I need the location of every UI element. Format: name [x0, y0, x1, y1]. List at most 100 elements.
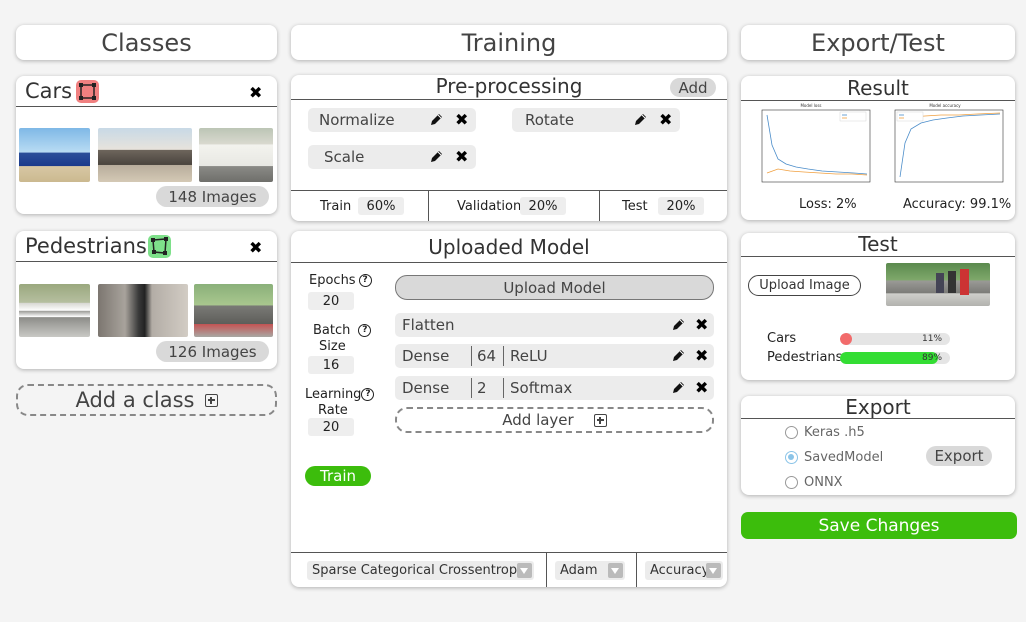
edit-pencil-icon[interactable] — [671, 318, 685, 332]
prediction-label-cars: Cars — [767, 331, 797, 346]
chevron-down-icon — [517, 563, 532, 578]
help-icon[interactable]: ? — [358, 324, 372, 337]
remove-layer-icon[interactable]: ✖ — [695, 380, 708, 396]
metric-select[interactable]: Accuracy — [645, 561, 723, 580]
remove-layer-icon[interactable]: ✖ — [695, 317, 708, 333]
chevron-down-icon — [706, 563, 721, 578]
help-icon[interactable]: ? — [358, 274, 372, 287]
step-label: Rotate — [525, 111, 575, 129]
edit-pencil-icon[interactable] — [429, 113, 443, 127]
prediction-percent: 11% — [922, 334, 943, 344]
layer-row-flatten[interactable]: Flatten — [395, 313, 714, 337]
batch-label: Batch — [313, 323, 351, 338]
split-validation-label: Validation — [457, 199, 522, 214]
image-count-badge: 148 Images — [156, 186, 269, 207]
split-train-input[interactable]: 60% — [358, 197, 404, 215]
optimizer-select[interactable]: Adam — [555, 561, 625, 580]
layer-row-dense-2[interactable]: Dense 2 Softmax — [395, 376, 714, 400]
epochs-param: Epochs? — [309, 273, 372, 288]
preprocessing-step-scale[interactable]: Scale — [308, 145, 476, 169]
preprocessing-title: Pre-processing — [435, 74, 583, 98]
polygon-icon — [148, 235, 171, 258]
radio-keras-h5[interactable] — [785, 426, 798, 439]
delete-class-icon[interactable]: ✖ — [249, 85, 262, 101]
add-layer-button[interactable]: Add layer — [395, 407, 714, 433]
lr-label-2: Rate — [318, 403, 348, 418]
prediction-bar-pedestrians: 89% — [840, 352, 950, 364]
learning-rate-input[interactable]: 20 — [308, 418, 354, 436]
radio-label: Keras .h5 — [804, 425, 865, 440]
batch-size-input[interactable]: 16 — [308, 356, 354, 374]
split-test-input[interactable]: 20% — [658, 197, 704, 215]
split-test-label: Test — [622, 199, 648, 214]
layer-type: Flatten — [402, 316, 455, 334]
export-test-header: Export/Test — [741, 25, 1015, 60]
add-preprocessing-button[interactable]: Add — [670, 78, 716, 97]
layer-row-dense-64[interactable]: Dense 64 ReLU — [395, 344, 714, 368]
divider — [636, 552, 637, 587]
epochs-input[interactable]: 20 — [308, 292, 354, 310]
class-image-thumbnail[interactable] — [98, 284, 188, 337]
test-title: Test — [858, 232, 898, 256]
loss-function-select[interactable]: Sparse Categorical Crossentropy — [307, 561, 534, 580]
prediction-percent: 89% — [922, 353, 943, 363]
class-image-thumbnail[interactable] — [19, 284, 90, 337]
divider — [599, 190, 600, 221]
metric-value: Accuracy — [650, 563, 710, 578]
help-icon[interactable]: ? — [361, 388, 375, 401]
batch-label-2: Size — [319, 339, 346, 354]
accuracy-chart: Model accuracy — [881, 103, 1009, 193]
remove-step-icon[interactable]: ✖ — [455, 112, 468, 128]
divider — [16, 261, 277, 262]
divider — [291, 190, 727, 191]
radio-onnx[interactable] — [785, 476, 798, 489]
edit-pencil-icon[interactable] — [633, 113, 647, 127]
split-train-label: Train — [320, 199, 352, 214]
lr-label: Learning — [305, 387, 362, 402]
remove-step-icon[interactable]: ✖ — [455, 149, 468, 165]
preprocessing-step-normalize[interactable]: Normalize — [308, 108, 476, 132]
edit-pencil-icon[interactable] — [429, 150, 443, 164]
export-test-title: Export/Test — [811, 28, 945, 57]
class-name[interactable]: Pedestrians — [25, 234, 147, 258]
class-image-thumbnail[interactable] — [19, 128, 90, 182]
bounding-box-icon — [76, 80, 99, 103]
upload-image-button[interactable]: Upload Image — [748, 275, 861, 296]
export-button[interactable]: Export — [926, 446, 992, 466]
edit-pencil-icon[interactable] — [671, 381, 685, 395]
class-image-thumbnail[interactable] — [199, 128, 273, 182]
divider — [503, 378, 504, 398]
preprocessing-card: Pre-processing Add Normalize ✖ Rotate ✖ … — [291, 74, 727, 221]
chevron-down-icon — [608, 563, 623, 578]
remove-step-icon[interactable]: ✖ — [659, 112, 672, 128]
class-name[interactable]: Cars — [25, 79, 72, 103]
test-card: Test Upload Image Cars 11% Pedestrians 8… — [741, 232, 1015, 380]
divider — [741, 418, 1015, 419]
class-image-thumbnail[interactable] — [194, 284, 273, 337]
remove-layer-icon[interactable]: ✖ — [695, 348, 708, 364]
prediction-bar-fill — [840, 333, 853, 345]
split-validation-input[interactable]: 20% — [520, 197, 566, 215]
delete-class-icon[interactable]: ✖ — [249, 240, 262, 256]
divider — [291, 262, 727, 263]
divider — [428, 190, 429, 221]
plus-box-icon — [593, 413, 607, 427]
prediction-bar-cars: 11% — [840, 333, 950, 345]
layer-type: Dense — [402, 379, 450, 397]
radio-savedmodel[interactable] — [785, 451, 798, 464]
class-image-thumbnail[interactable] — [98, 128, 192, 182]
upload-model-button[interactable]: Upload Model — [395, 275, 714, 300]
divider — [16, 106, 277, 107]
edit-pencil-icon[interactable] — [671, 349, 685, 363]
train-button[interactable]: Train — [305, 466, 371, 486]
step-label: Normalize — [319, 111, 395, 129]
result-card: Result Model loss Model accuracy Loss: 2… — [741, 76, 1015, 220]
radio-label: ONNX — [804, 475, 843, 490]
layer-activation: ReLU — [510, 347, 548, 365]
add-class-button[interactable]: Add a class — [16, 384, 277, 416]
export-title: Export — [845, 395, 911, 419]
save-changes-button[interactable]: Save Changes — [741, 512, 1017, 539]
layer-units: 2 — [477, 379, 487, 397]
preprocessing-step-rotate[interactable]: Rotate — [512, 108, 680, 132]
epochs-label: Epochs — [309, 273, 356, 288]
